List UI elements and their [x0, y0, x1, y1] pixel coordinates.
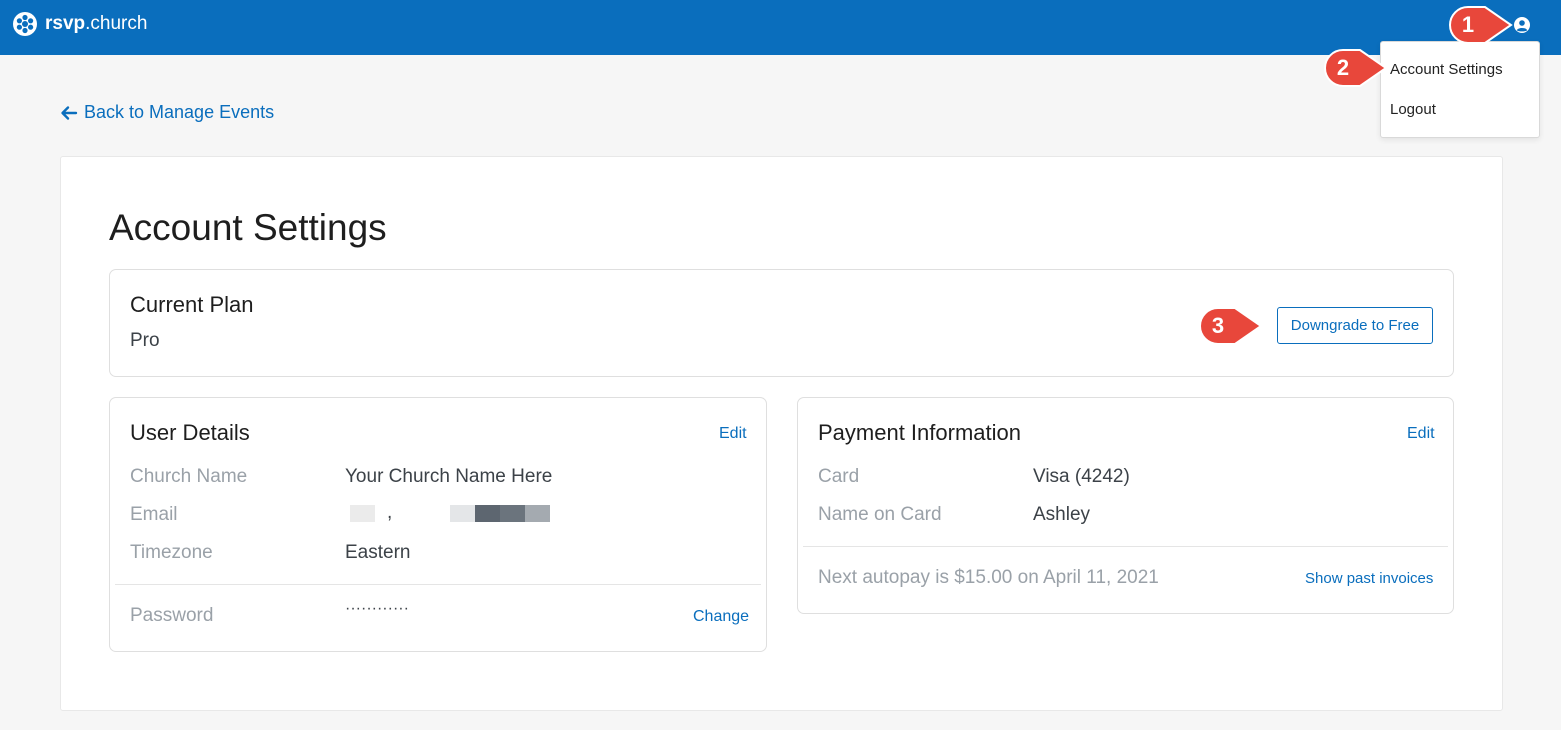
arrow-left-icon: [61, 105, 78, 120]
next-autopay-text: Next autopay is $15.00 on April 11, 2021: [818, 567, 1159, 588]
email-redacted-block: [525, 505, 550, 522]
change-password-link[interactable]: Change: [693, 608, 749, 626]
password-label: Password: [130, 605, 214, 626]
name-on-card-value: Ashley: [1033, 504, 1091, 525]
payment-edit-link[interactable]: Edit: [1407, 425, 1435, 443]
church-name-value: Your Church Name Here: [345, 466, 553, 487]
user-dropdown-menu: Account Settings Logout: [1380, 41, 1540, 138]
name-on-card-label: Name on Card: [818, 504, 942, 525]
password-value: ············: [345, 600, 409, 617]
show-past-invoices-link[interactable]: Show past invoices: [1305, 570, 1433, 587]
payment-information-card: Payment Information Edit Card Visa (4242…: [797, 397, 1454, 614]
email-redacted-block: [475, 505, 500, 522]
callout-number: 2: [1336, 55, 1350, 80]
callout-number: 3: [1211, 313, 1225, 338]
downgrade-to-free-button[interactable]: Downgrade to Free: [1277, 307, 1433, 344]
email-label: Email: [130, 504, 178, 525]
email-redacted-block: [350, 505, 375, 522]
divider: [115, 584, 761, 585]
email-value: ,: [387, 502, 393, 523]
timezone-label: Timezone: [130, 542, 213, 563]
brand-name: rsvp.church: [45, 13, 148, 34]
timezone-value: Eastern: [345, 542, 411, 563]
user-details-title: User Details: [130, 420, 250, 445]
menu-item-account-settings[interactable]: Account Settings: [1390, 61, 1503, 78]
back-to-manage-events-link[interactable]: Back to Manage Events: [60, 102, 274, 123]
church-name-label: Church Name: [130, 466, 248, 487]
card-label: Card: [818, 466, 860, 487]
email-redacted-block: [450, 505, 475, 522]
callout-number: 1: [1461, 12, 1475, 37]
current-plan-value: Pro: [130, 330, 160, 351]
callout-1: 1: [1445, 3, 1517, 47]
callout-2: 2: [1320, 46, 1392, 90]
callout-3: 3: [1195, 304, 1267, 348]
payment-information-title: Payment Information: [818, 420, 1021, 445]
email-redacted-block: [500, 505, 525, 522]
divider: [803, 546, 1448, 547]
current-plan-title: Current Plan: [130, 292, 254, 317]
rsvp-logo-icon: [13, 12, 37, 36]
card-value: Visa (4242): [1033, 466, 1130, 487]
user-details-edit-link[interactable]: Edit: [719, 425, 747, 443]
brand-logo[interactable]: rsvp.church: [12, 11, 147, 37]
menu-item-logout[interactable]: Logout: [1390, 101, 1436, 118]
page-title: Account Settings: [109, 207, 387, 248]
back-link-label: Back to Manage Events: [84, 102, 275, 122]
user-details-card: User Details Edit Church Name Your Churc…: [109, 397, 767, 652]
